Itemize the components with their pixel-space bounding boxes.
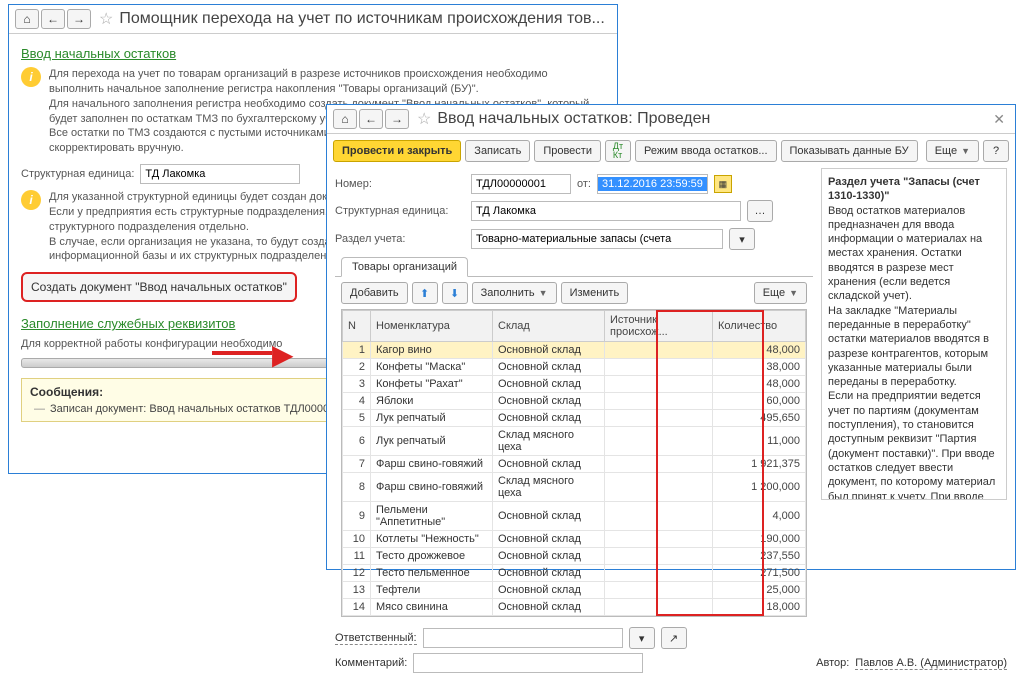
create-document-button[interactable]: Создать документ "Ввод начальных остатко… bbox=[21, 272, 297, 302]
forward-button[interactable]: → bbox=[67, 9, 91, 29]
edit-button[interactable]: Изменить bbox=[561, 282, 629, 304]
table-row[interactable]: 7Фарш свино-говяжийОсновной склад1 921,3… bbox=[343, 456, 806, 473]
titlebar-2: ⌂ ← → ☆ Ввод начальных остатков: Проведе… bbox=[327, 105, 1015, 134]
table-row[interactable]: 5Лук репчатыйОсновной склад495,650 bbox=[343, 410, 806, 427]
main-toolbar: Провести и закрыть Записать Провести ДтК… bbox=[327, 134, 1015, 168]
date-field[interactable]: 31.12.2016 23:59:59 bbox=[598, 177, 707, 191]
red-arrow-icon: ▶ bbox=[272, 338, 294, 371]
post-and-close-button[interactable]: Провести и закрыть bbox=[333, 140, 461, 162]
table-toolbar: Добавить ⬆ ⬇ Заполнить▼ Изменить Еще▼ bbox=[335, 277, 813, 309]
number-label: Номер: bbox=[335, 178, 465, 190]
home-button[interactable]: ⌂ bbox=[15, 9, 39, 29]
table-row[interactable]: 9Пельмени "Аппетитные"Основной склад4,00… bbox=[343, 502, 806, 531]
comment-field[interactable] bbox=[413, 653, 643, 673]
from-label: от: bbox=[577, 178, 591, 190]
window-title-1: Помощник перехода на учет по источникам … bbox=[119, 10, 611, 28]
col-source[interactable]: Источник происхож... bbox=[605, 311, 713, 342]
move-down-button[interactable]: ⬇ bbox=[442, 282, 468, 304]
author-label: Автор: bbox=[816, 657, 849, 669]
help-button[interactable]: ? bbox=[983, 140, 1009, 162]
responsible-dropdown[interactable]: ▾ bbox=[629, 627, 655, 649]
table-row[interactable]: 6Лук репчатыйСклад мясного цеха11,000 bbox=[343, 427, 806, 456]
fill-button[interactable]: Заполнить▼ bbox=[472, 282, 557, 304]
section-dropdown-button[interactable]: ▾ bbox=[729, 228, 755, 250]
help-panel: Раздел учета "Запасы (счет 1310-1330)" В… bbox=[821, 168, 1007, 500]
initial-balances-window: ⌂ ← → ☆ Ввод начальных остатков: Проведе… bbox=[326, 104, 1016, 570]
tab-strip: Товары организаций bbox=[335, 256, 813, 277]
col-nomenclature[interactable]: Номенклатура bbox=[371, 311, 493, 342]
goods-table[interactable]: N Номенклатура Склад Источник происхож..… bbox=[341, 309, 807, 617]
move-up-button[interactable]: ⬆ bbox=[412, 282, 438, 304]
responsible-open[interactable]: ↗ bbox=[661, 627, 687, 649]
col-n[interactable]: N bbox=[343, 311, 371, 342]
home-button[interactable]: ⌂ bbox=[333, 109, 357, 129]
col-store[interactable]: Склад bbox=[493, 311, 605, 342]
add-row-button[interactable]: Добавить bbox=[341, 282, 408, 304]
help-title: Раздел учета "Запасы (счет 1310-1330)" bbox=[828, 176, 980, 202]
calendar-icon[interactable]: ▦ bbox=[714, 175, 732, 193]
section-field[interactable] bbox=[471, 229, 723, 249]
forward-button[interactable]: → bbox=[385, 109, 409, 129]
dt-kt-button[interactable]: ДтКт bbox=[605, 140, 631, 162]
back-button[interactable]: ← bbox=[41, 9, 65, 29]
table-row[interactable]: 13ТефтелиОсновной склад25,000 bbox=[343, 582, 806, 599]
titlebar-1: ⌂ ← → ☆ Помощник перехода на учет по ист… bbox=[9, 5, 617, 34]
tab-goods[interactable]: Товары организаций bbox=[341, 257, 468, 277]
struct-unit-label-2: Структурная единица: bbox=[335, 205, 465, 217]
back-button[interactable]: ← bbox=[359, 109, 383, 129]
struct-unit-input-1[interactable] bbox=[140, 164, 300, 184]
responsible-field[interactable] bbox=[423, 628, 623, 648]
window-title-2: Ввод начальных остатков: Проведен bbox=[437, 110, 989, 128]
comment-label: Комментарий: bbox=[335, 657, 407, 669]
struct-unit-label-1: Структурная единица: bbox=[21, 168, 134, 180]
responsible-label: Ответственный: bbox=[335, 632, 417, 645]
star-icon[interactable]: ☆ bbox=[99, 9, 113, 29]
table-row[interactable]: 12Тесто пельменноеОсновной склад271,500 bbox=[343, 565, 806, 582]
section-label: Раздел учета: bbox=[335, 233, 465, 245]
footer: Ответственный: ▾ ↗ bbox=[327, 623, 1015, 653]
show-bu-button[interactable]: Показывать данные БУ bbox=[781, 140, 918, 162]
input-mode-button[interactable]: Режим ввода остатков... bbox=[635, 140, 777, 162]
table-row[interactable]: 4ЯблокиОсновной склад60,000 bbox=[343, 393, 806, 410]
table-row[interactable]: 11Тесто дрожжевоеОсновной склад237,550 bbox=[343, 548, 806, 565]
table-row[interactable]: 14Мясо свининаОсновной склад18,000 bbox=[343, 599, 806, 616]
table-row[interactable]: 2Конфеты "Маска"Основной склад38,000 bbox=[343, 359, 806, 376]
help-body: Ввод остатков материалов предназначен дл… bbox=[828, 205, 998, 500]
table-row[interactable]: 3Конфеты "Рахат"Основной склад48,000 bbox=[343, 376, 806, 393]
close-icon[interactable]: ✕ bbox=[989, 111, 1009, 128]
more-button[interactable]: Еще▼ bbox=[926, 140, 979, 162]
struct-unit-input-2[interactable] bbox=[471, 201, 741, 221]
star-icon[interactable]: ☆ bbox=[417, 109, 431, 129]
post-button[interactable]: Провести bbox=[534, 140, 601, 162]
table-more-button[interactable]: Еще▼ bbox=[754, 282, 807, 304]
col-quantity[interactable]: Количество bbox=[713, 311, 806, 342]
info-icon: i bbox=[21, 67, 41, 87]
ellipsis-button[interactable]: … bbox=[747, 200, 773, 222]
table-row[interactable]: 10Котлеты "Нежность"Основной склад190,00… bbox=[343, 531, 806, 548]
table-row[interactable]: 8Фарш свино-говяжийСклад мясного цеха1 2… bbox=[343, 473, 806, 502]
info-icon: i bbox=[21, 190, 41, 210]
section-initial-header: Ввод начальных остатков bbox=[21, 46, 605, 61]
table-row[interactable]: 1Кагор виноОсновной склад48,000 bbox=[343, 342, 806, 359]
author-value: Павлов А.В. (Администратор) bbox=[855, 657, 1007, 670]
save-button[interactable]: Записать bbox=[465, 140, 530, 162]
number-field[interactable] bbox=[471, 174, 571, 194]
